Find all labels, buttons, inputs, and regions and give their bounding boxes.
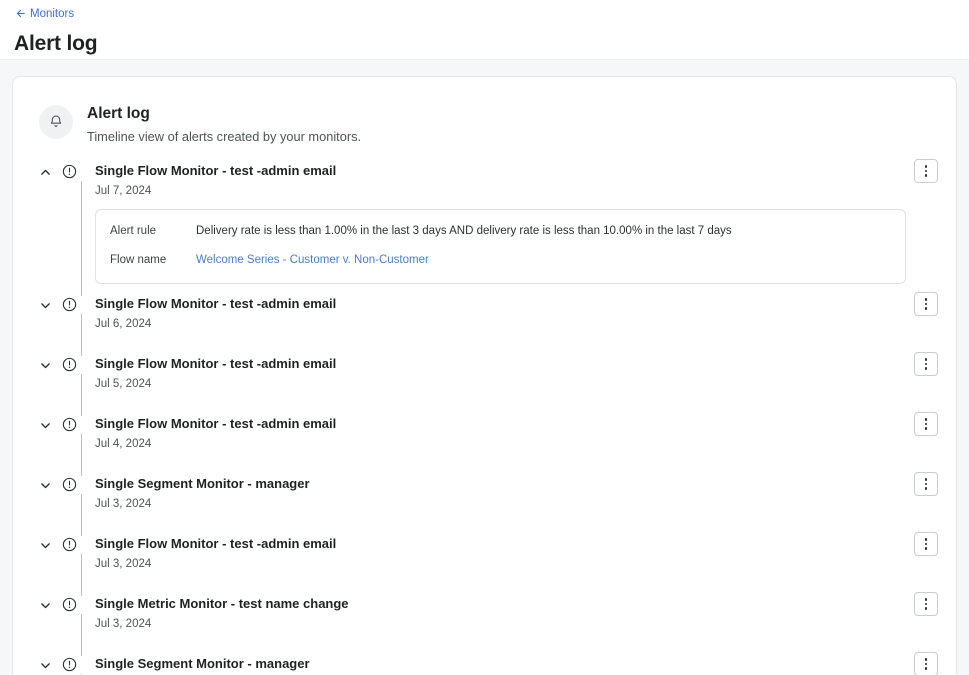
kebab-menu-icon[interactable] <box>914 532 938 556</box>
alert-date: Jul 7, 2024 <box>95 183 908 199</box>
alert-detail-panel-wrap: Alert rule Delivery rate is less than 1.… <box>95 199 908 294</box>
timeline-gutter <box>29 294 95 315</box>
flow-name-link[interactable]: Welcome Series - Customer v. Non-Custome… <box>196 251 429 269</box>
alert-date: Jul 3, 2024 <box>95 496 908 512</box>
alert-row-content: Single Metric Monitor - test name change… <box>95 594 914 654</box>
alert-timeline-row: Single Flow Monitor - test -admin email … <box>29 161 940 294</box>
timeline-gutter <box>29 354 95 375</box>
alert-date: Jul 4, 2024 <box>95 436 908 452</box>
breadcrumb-label: Monitors <box>30 7 74 21</box>
alert-circle-icon <box>61 356 78 373</box>
timeline-connector <box>81 494 82 536</box>
alert-timeline-row: Single Flow Monitor - test -admin email … <box>29 414 940 474</box>
timeline-connector <box>81 374 82 416</box>
row-spacer <box>95 392 908 414</box>
alert-date: Jul 6, 2024 <box>95 316 908 332</box>
bell-icon <box>39 105 73 139</box>
alert-timeline: Single Flow Monitor - test -admin email … <box>29 161 940 675</box>
card-title: Alert log <box>87 104 361 124</box>
row-spacer <box>95 452 908 474</box>
timeline-gutter <box>29 654 95 675</box>
alert-circle-icon <box>61 296 78 313</box>
chevron-down-icon[interactable] <box>35 475 55 495</box>
row-spacer <box>95 572 908 594</box>
kebab-menu-icon[interactable] <box>914 592 938 616</box>
alert-rule-row: Alert rule Delivery rate is less than 1.… <box>110 222 891 240</box>
alert-row-content: Single Flow Monitor - test -admin email … <box>95 354 914 414</box>
timeline-connector <box>81 434 82 476</box>
alert-row-content: Single Flow Monitor - test -admin email … <box>95 294 914 354</box>
alert-title[interactable]: Single Flow Monitor - test -admin email <box>95 354 908 372</box>
alert-row-content: Single Segment Monitor - manager Jul 3, … <box>95 654 914 675</box>
alert-timeline-row: Single Metric Monitor - test name change… <box>29 594 940 654</box>
alert-timeline-row: Single Segment Monitor - manager Jul 3, … <box>29 654 940 675</box>
alert-timeline-row: Single Flow Monitor - test -admin email … <box>29 294 940 354</box>
timeline-connector <box>81 181 82 296</box>
alert-row-content: Single Flow Monitor - test -admin email … <box>95 414 914 474</box>
card-header: Alert log Timeline view of alerts create… <box>29 95 940 147</box>
row-spacer <box>95 512 908 534</box>
timeline-connector <box>81 314 82 356</box>
chevron-down-icon[interactable] <box>35 295 55 315</box>
alert-date: Jul 3, 2024 <box>95 616 908 632</box>
kebab-menu-icon[interactable] <box>914 352 938 376</box>
timeline-connector <box>81 554 82 596</box>
timeline-gutter <box>29 474 95 495</box>
alert-circle-icon <box>61 596 78 613</box>
alert-title[interactable]: Single Segment Monitor - manager <box>95 654 908 672</box>
card-subtitle: Timeline view of alerts created by your … <box>87 127 361 147</box>
timeline-gutter <box>29 534 95 555</box>
flow-name-row: Flow name Welcome Series - Customer v. N… <box>110 251 891 269</box>
chevron-down-icon[interactable] <box>35 655 55 675</box>
alert-circle-icon <box>61 163 78 180</box>
alert-date: Jul 3, 2024 <box>95 556 908 572</box>
kebab-menu-icon[interactable] <box>914 159 938 183</box>
alert-rule-label: Alert rule <box>110 222 196 240</box>
page-header: Monitors Alert log <box>0 0 969 60</box>
row-spacer <box>95 332 908 354</box>
alert-title[interactable]: Single Flow Monitor - test -admin email <box>95 534 908 552</box>
timeline-connector <box>81 614 82 656</box>
chevron-down-icon[interactable] <box>35 355 55 375</box>
chevron-down-icon[interactable] <box>35 535 55 555</box>
alert-detail-panel: Alert rule Delivery rate is less than 1.… <box>95 209 906 284</box>
alert-timeline-row: Single Segment Monitor - manager Jul 3, … <box>29 474 940 534</box>
page-body: Alert log Timeline view of alerts create… <box>0 60 969 675</box>
alert-title[interactable]: Single Flow Monitor - test -admin email <box>95 161 908 179</box>
alert-title[interactable]: Single Segment Monitor - manager <box>95 474 908 492</box>
page-title: Alert log <box>14 32 969 56</box>
kebab-menu-icon[interactable] <box>914 652 938 675</box>
alert-row-content: Single Flow Monitor - test -admin email … <box>95 534 914 594</box>
alert-row-content: Single Flow Monitor - test -admin email … <box>95 161 914 294</box>
chevron-down-icon[interactable] <box>35 415 55 435</box>
kebab-menu-icon[interactable] <box>914 292 938 316</box>
timeline-gutter <box>29 414 95 435</box>
alert-circle-icon <box>61 656 78 673</box>
alert-date: Jul 5, 2024 <box>95 376 908 392</box>
flow-name-label: Flow name <box>110 251 196 269</box>
alert-log-card: Alert log Timeline view of alerts create… <box>12 76 957 675</box>
alert-circle-icon <box>61 476 78 493</box>
alert-timeline-row: Single Flow Monitor - test -admin email … <box>29 534 940 594</box>
arrow-left-icon <box>14 8 25 19</box>
timeline-gutter <box>29 594 95 615</box>
alert-timeline-row: Single Flow Monitor - test -admin email … <box>29 354 940 414</box>
row-spacer <box>95 632 908 654</box>
breadcrumb-back-link[interactable]: Monitors <box>14 7 74 21</box>
alert-rule-value: Delivery rate is less than 1.00% in the … <box>196 222 732 240</box>
alert-row-content: Single Segment Monitor - manager Jul 3, … <box>95 474 914 534</box>
alert-circle-icon <box>61 416 78 433</box>
timeline-gutter <box>29 161 95 182</box>
kebab-menu-icon[interactable] <box>914 472 938 496</box>
kebab-menu-icon[interactable] <box>914 412 938 436</box>
alert-circle-icon <box>61 536 78 553</box>
chevron-up-icon[interactable] <box>35 162 55 182</box>
chevron-down-icon[interactable] <box>35 595 55 615</box>
alert-title[interactable]: Single Metric Monitor - test name change <box>95 594 908 612</box>
alert-title[interactable]: Single Flow Monitor - test -admin email <box>95 294 908 312</box>
alert-title[interactable]: Single Flow Monitor - test -admin email <box>95 414 908 432</box>
